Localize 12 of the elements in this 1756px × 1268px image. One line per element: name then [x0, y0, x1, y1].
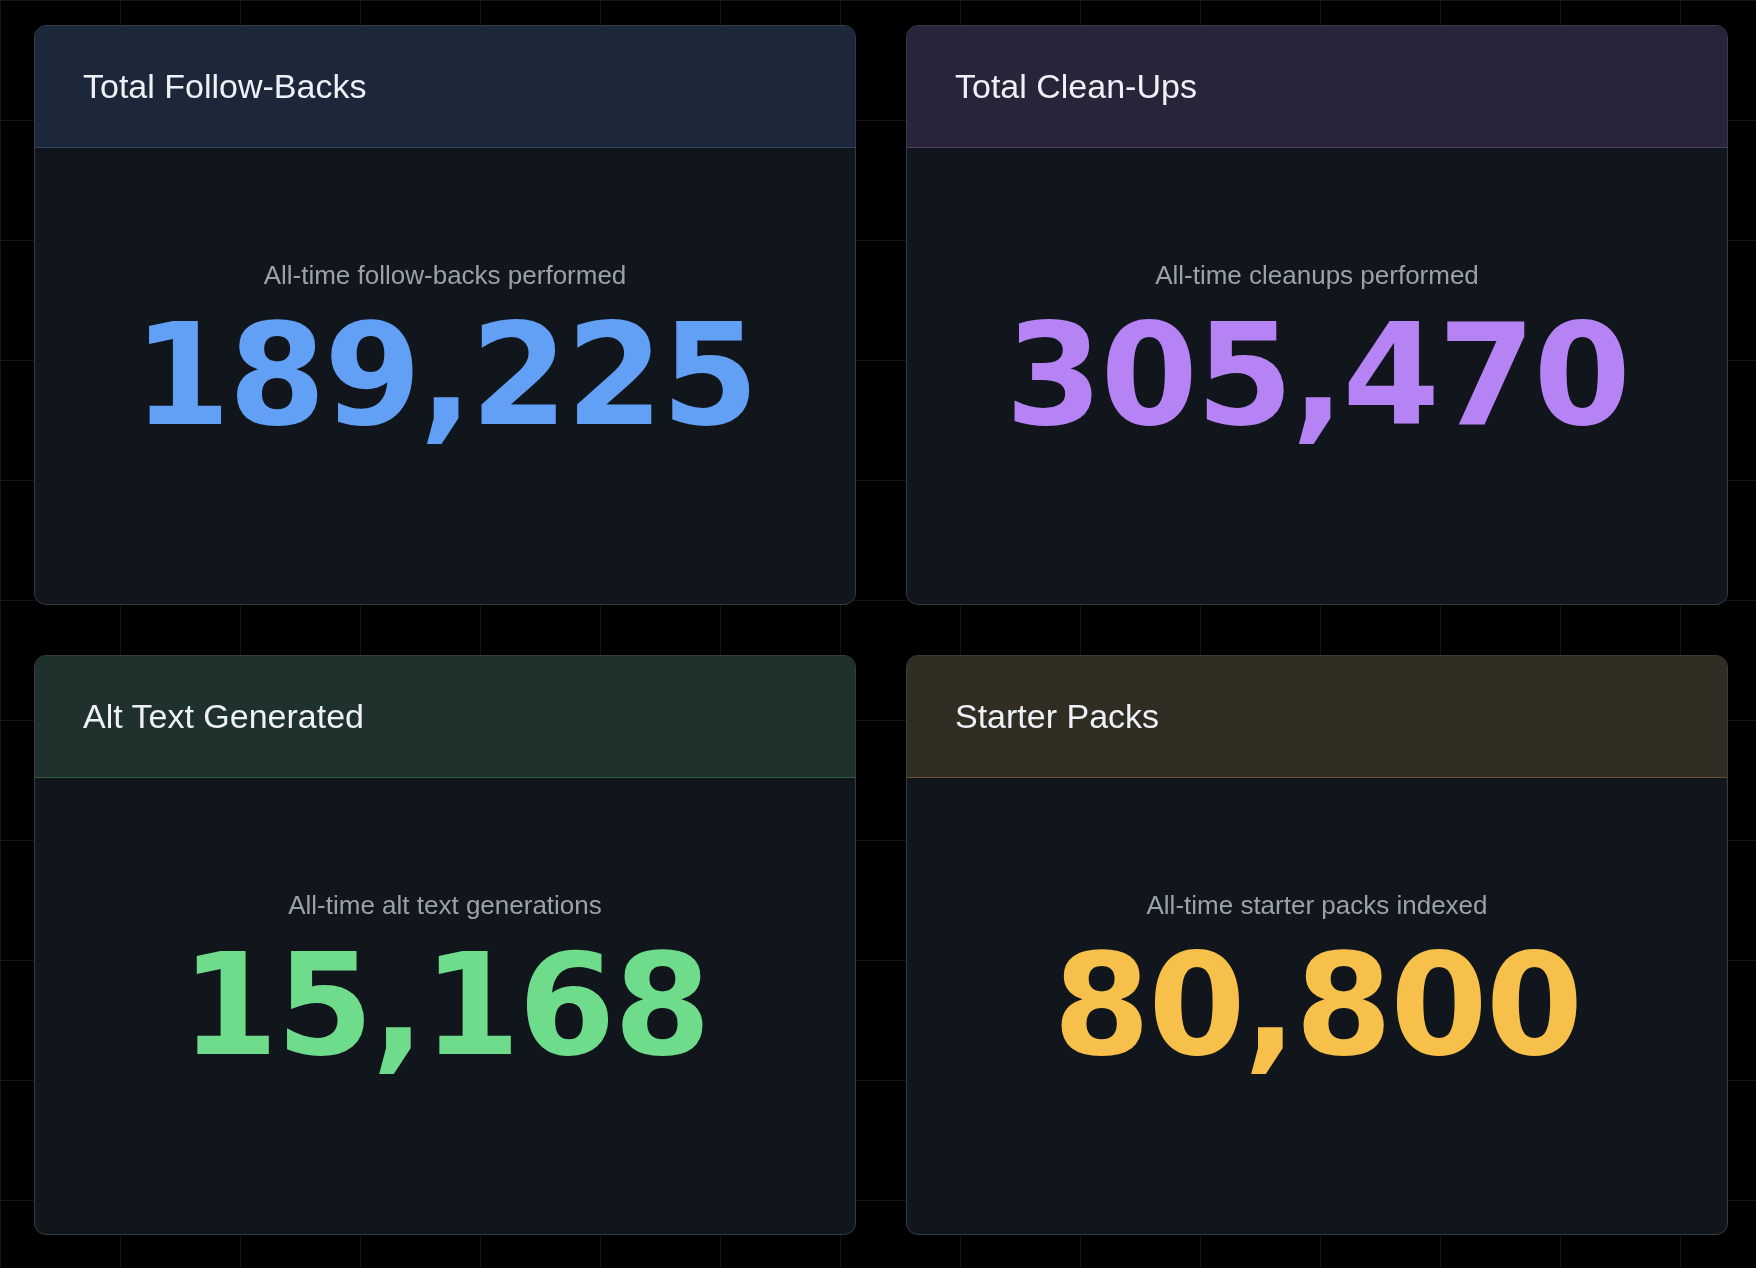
card-title: Starter Packs	[955, 697, 1160, 736]
card-caption: All-time cleanups performed	[1155, 260, 1479, 291]
card-title: Total Follow-Backs	[83, 67, 367, 106]
stat-value: 189,225	[133, 299, 757, 453]
card-title: Alt Text Generated	[83, 697, 364, 736]
card-caption: All-time alt text generations	[288, 890, 602, 921]
stat-value: 305,470	[1005, 299, 1629, 453]
card-title: Total Clean-Ups	[955, 67, 1197, 106]
card-caption: All-time starter packs indexed	[1146, 890, 1488, 921]
card-caption: All-time follow-backs performed	[263, 260, 627, 291]
stat-value: 80,800	[1052, 929, 1582, 1083]
stat-value: 15,168	[180, 929, 710, 1083]
